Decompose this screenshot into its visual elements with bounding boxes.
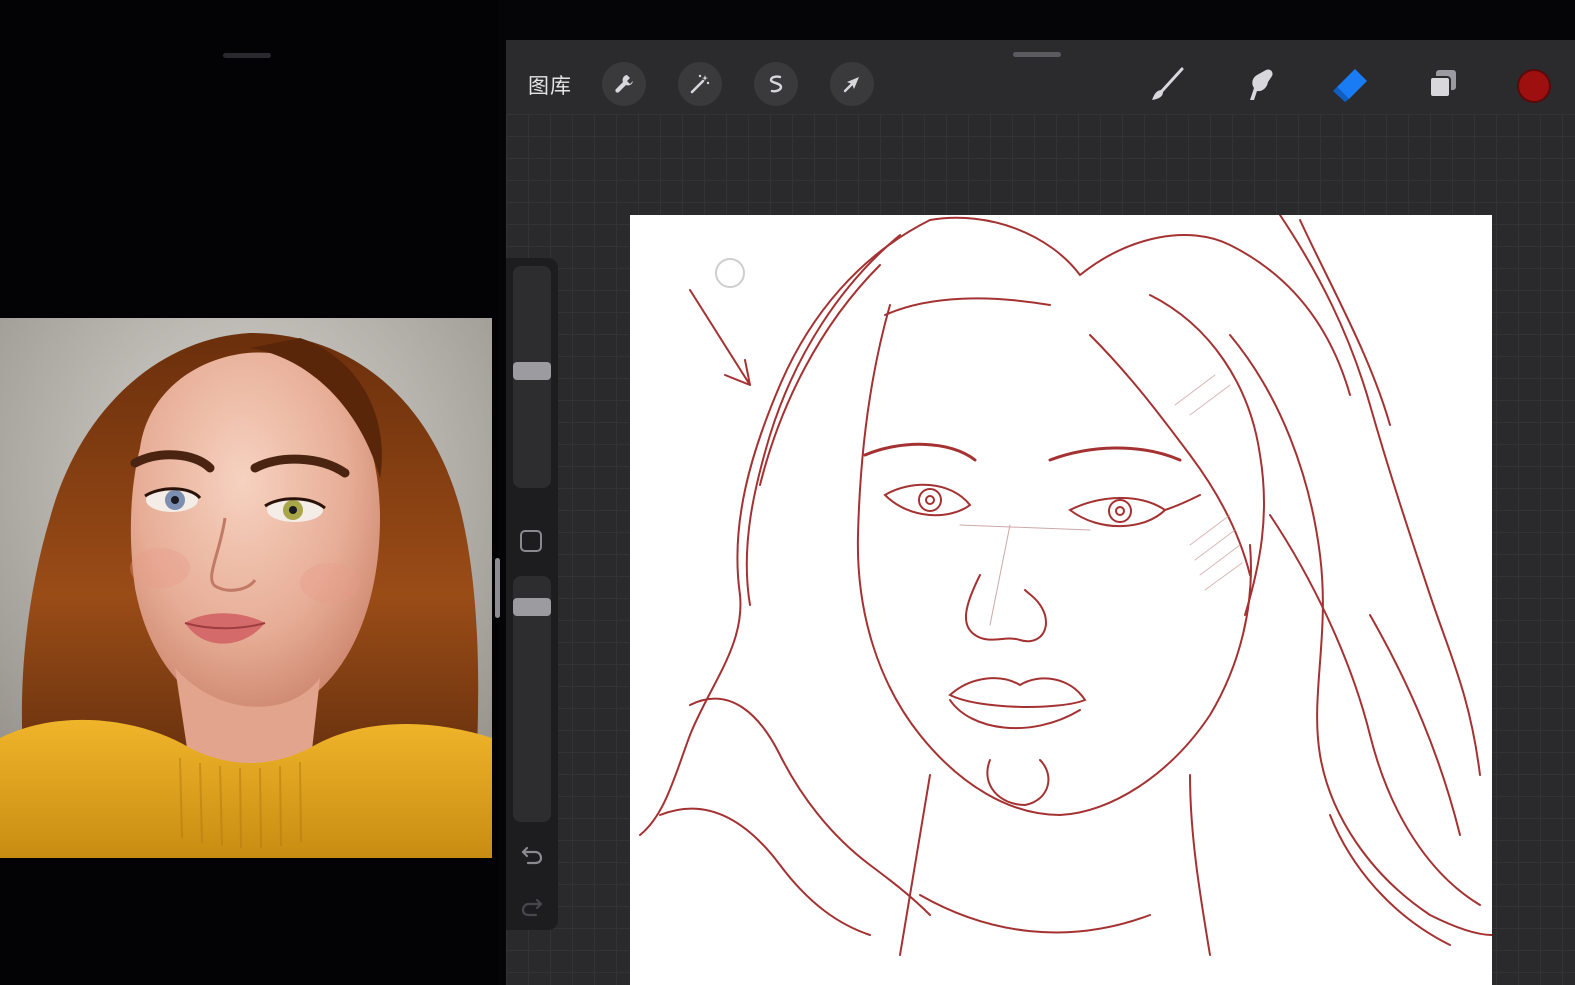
drawing-canvas[interactable] [630, 215, 1492, 985]
top-toolbar: 图库 [506, 60, 1575, 114]
color-picker-button[interactable] [1517, 69, 1551, 103]
reference-photo[interactable] [0, 318, 492, 858]
gallery-button[interactable]: 图库 [528, 71, 572, 101]
reference-pane [0, 0, 500, 985]
magic-wand-icon [690, 74, 710, 94]
layers-icon [1429, 70, 1456, 98]
opacity-slider[interactable] [513, 576, 551, 822]
sidebar [506, 258, 558, 930]
split-view-divider[interactable] [495, 558, 500, 618]
smudge-tool[interactable] [1235, 60, 1285, 108]
left-pane-drag-handle[interactable] [223, 53, 271, 58]
app-drag-handle[interactable] [1013, 52, 1061, 57]
adjustments-button[interactable] [678, 62, 722, 106]
brush-tool[interactable] [1143, 60, 1193, 108]
sketch-artwork [639, 215, 1492, 956]
smudge-finger-icon [1250, 69, 1273, 100]
undo-icon[interactable] [518, 840, 546, 868]
transform-button[interactable] [830, 62, 874, 106]
eraser-tool[interactable] [1326, 60, 1376, 108]
eraser-icon [1333, 69, 1367, 102]
portrait-image [0, 318, 492, 858]
opacity-thumb[interactable] [513, 598, 551, 616]
brush-size-thumb[interactable] [513, 362, 551, 380]
redo-icon[interactable] [518, 892, 546, 920]
brush-icon [1152, 67, 1184, 100]
procreate-app: 图库 [506, 40, 1575, 985]
selection-button[interactable] [754, 62, 798, 106]
actions-button[interactable] [602, 62, 646, 106]
modify-square-button[interactable] [520, 530, 542, 552]
wrench-icon [615, 75, 633, 93]
layers-tool[interactable] [1418, 60, 1468, 108]
lasso-icon [769, 75, 783, 93]
cursor-arrow-icon [843, 77, 859, 93]
brush-size-slider[interactable] [513, 266, 551, 488]
